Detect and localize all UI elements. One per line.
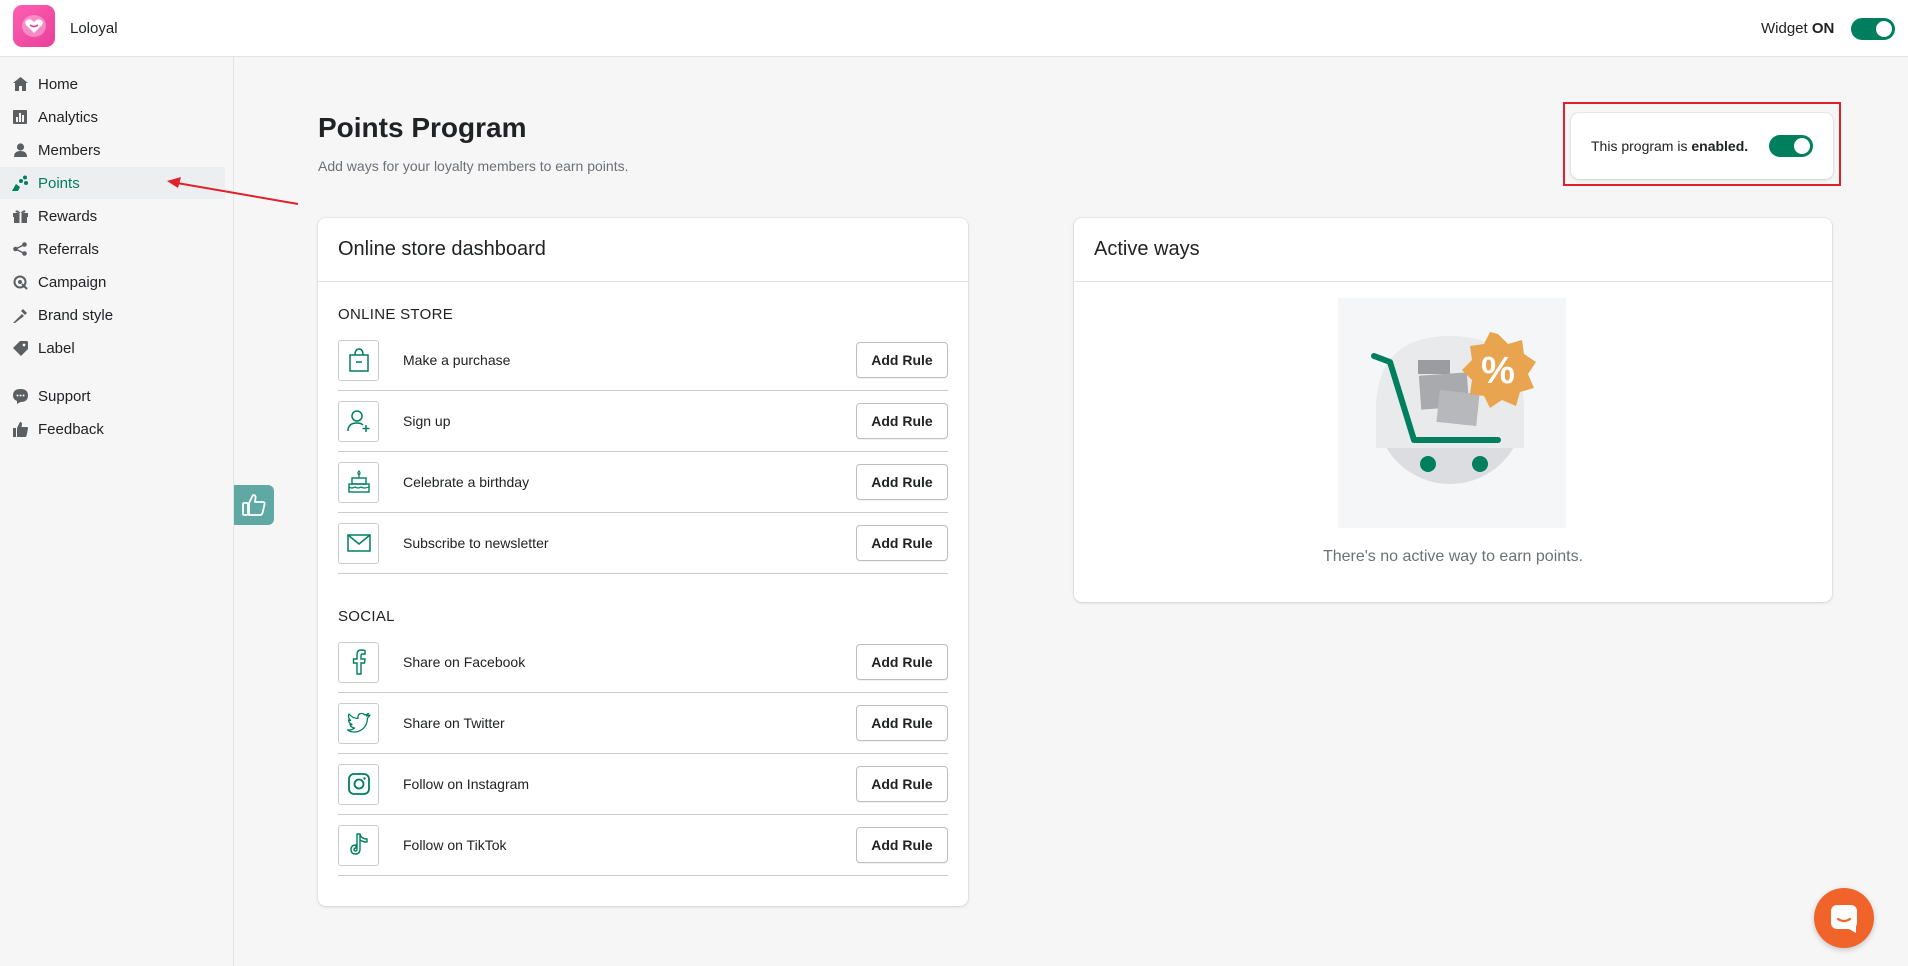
sidebar-item-label: Referrals — [38, 240, 99, 258]
app-logo — [13, 5, 55, 47]
sidebar-item-feedback[interactable]: Feedback — [0, 413, 225, 445]
sidebar-item-label: Members — [38, 141, 101, 159]
widget-state-text: ON — [1811, 20, 1835, 37]
feedback-tab-button[interactable] — [234, 485, 274, 525]
support-icon — [12, 388, 28, 404]
rewards-icon — [12, 208, 28, 224]
sidebar-item-label: Feedback — [38, 420, 104, 438]
section-title-online-store: ONLINE STORE — [338, 306, 454, 323]
brand-style-icon — [12, 307, 28, 323]
add-rule-button[interactable]: Add Rule — [856, 342, 948, 378]
program-status-text: This program is enabled. — [1591, 138, 1769, 154]
add-rule-button[interactable]: Add Rule — [856, 705, 948, 741]
sidebar-item-label: Support — [38, 387, 91, 405]
rule-row-twitter: Share on Twitter Add Rule — [338, 693, 948, 754]
facebook-icon — [338, 641, 379, 683]
rule-label: Share on Twitter — [403, 715, 505, 731]
rule-row-birthday: Celebrate a birthday Add Rule — [338, 452, 948, 513]
analytics-icon — [12, 109, 28, 125]
sidebar-item-members[interactable]: Members — [0, 134, 225, 166]
app-name: Loloyal — [70, 20, 118, 37]
sidebar-item-label: Campaign — [38, 273, 107, 291]
twitter-icon — [338, 702, 379, 744]
top-bar: Loloyal Widget ON — [0, 0, 1908, 57]
empty-state-text: There's no active way to earn points. — [1322, 548, 1584, 565]
rule-row-instagram: Follow on Instagram Add Rule — [338, 754, 948, 815]
program-status-prefix: This program is — [1591, 138, 1688, 154]
sidebar-item-label-nav[interactable]: Label — [0, 332, 225, 364]
sidebar-item-brand-style[interactable]: Brand style — [0, 299, 225, 331]
widget-label-text: Widget — [1761, 20, 1808, 37]
rule-label: Follow on TikTok — [403, 837, 507, 853]
program-status-card: This program is enabled. — [1571, 113, 1833, 179]
program-enabled-toggle[interactable] — [1769, 135, 1813, 157]
card-title: Online store dashboard — [318, 218, 968, 282]
feedback-icon — [12, 421, 28, 437]
thumbs-up-icon — [242, 494, 266, 516]
instagram-icon — [338, 763, 379, 805]
rule-label: Sign up — [403, 413, 451, 429]
chat-icon — [1831, 905, 1857, 933]
add-rule-button[interactable]: Add Rule — [856, 644, 948, 680]
add-rule-button[interactable]: Add Rule — [856, 827, 948, 863]
add-rule-button[interactable]: Add Rule — [856, 766, 948, 802]
rule-label: Subscribe to newsletter — [403, 535, 549, 551]
section-title-social: SOCIAL — [338, 608, 395, 625]
campaign-icon — [12, 274, 28, 290]
sidebar-item-support[interactable]: Support — [0, 380, 225, 412]
label-icon — [12, 340, 28, 356]
card-title: Active ways — [1074, 218, 1832, 282]
empty-state-illustration: % — [1338, 298, 1566, 528]
sidebar-item-label: Points — [38, 174, 80, 192]
heart-icon — [22, 15, 46, 37]
sidebar-item-label: Brand style — [38, 306, 114, 324]
add-rule-button[interactable]: Add Rule — [856, 464, 948, 500]
points-icon — [12, 175, 28, 191]
sidebar-item-label: Rewards — [38, 207, 98, 225]
rule-row-tiktok: Follow on TikTok Add Rule — [338, 815, 948, 876]
widget-toggle[interactable] — [1851, 18, 1895, 40]
home-icon — [12, 76, 28, 92]
members-icon — [12, 142, 28, 158]
rule-row-make-purchase: Make a purchase Add Rule — [338, 330, 948, 391]
annotation-arrow — [167, 177, 299, 205]
rule-label: Make a purchase — [403, 352, 511, 368]
sidebar-item-label: Analytics — [38, 108, 99, 126]
page-subtitle: Add ways for your loyalty members to ear… — [318, 158, 629, 174]
sidebar-item-label: Label — [38, 339, 75, 357]
shopping-bag-icon — [338, 339, 379, 381]
sidebar-item-campaign[interactable]: Campaign — [0, 266, 225, 298]
page-title: Points Program — [318, 112, 527, 143]
widget-status-label: Widget ON — [1761, 20, 1834, 37]
sidebar-item-referrals[interactable]: Referrals — [0, 233, 225, 265]
rule-label: Celebrate a birthday — [403, 474, 530, 490]
sidebar-item-label: Home — [38, 75, 79, 93]
svg-text:%: % — [1481, 350, 1515, 392]
user-plus-icon — [338, 400, 379, 442]
sidebar-item-analytics[interactable]: Analytics — [0, 101, 225, 133]
rule-label: Follow on Instagram — [403, 776, 530, 792]
program-status-state: enabled. — [1691, 138, 1749, 154]
rule-row-facebook: Share on Facebook Add Rule — [338, 632, 948, 693]
envelope-icon — [338, 522, 379, 564]
add-rule-button[interactable]: Add Rule — [856, 525, 948, 561]
chat-launcher-button[interactable] — [1814, 888, 1874, 948]
rule-row-newsletter: Subscribe to newsletter Add Rule — [338, 513, 948, 574]
active-ways-card: Active ways % There's no active way to e… — [1074, 218, 1832, 602]
tiktok-icon — [338, 824, 379, 866]
cake-icon — [338, 461, 379, 503]
rule-row-sign-up: Sign up Add Rule — [338, 391, 948, 452]
shopping-cart-icon: % — [1371, 332, 1536, 484]
rule-label: Share on Facebook — [403, 654, 526, 670]
referrals-icon — [12, 241, 28, 257]
add-rule-button[interactable]: Add Rule — [856, 403, 948, 439]
online-store-dashboard-card: Online store dashboard ONLINE STORE Make… — [318, 218, 968, 906]
sidebar-item-home[interactable]: Home — [0, 68, 225, 100]
